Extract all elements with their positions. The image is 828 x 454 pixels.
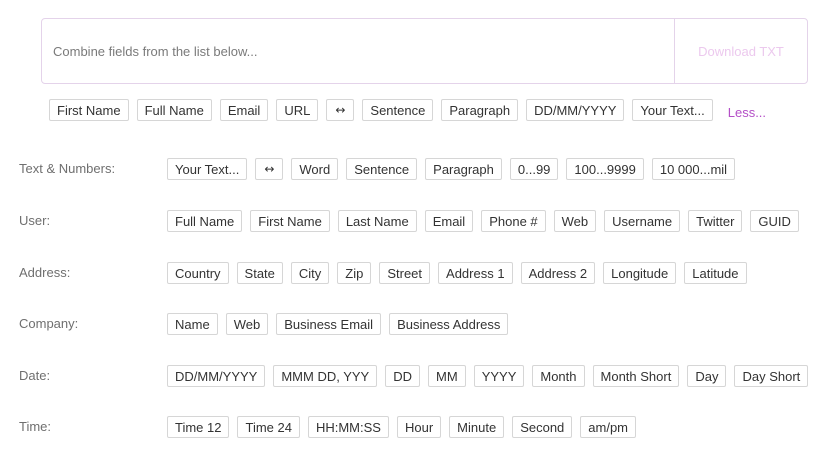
field-chip[interactable]: Latitude xyxy=(684,262,747,284)
field-chip[interactable]: Month xyxy=(532,365,585,387)
quick-chip-separator[interactable]: ↔ xyxy=(326,99,355,121)
field-chip[interactable]: City xyxy=(290,262,330,284)
field-chip[interactable]: Business Email xyxy=(276,313,382,335)
field-chip[interactable]: Time 24 xyxy=(237,416,300,438)
field-chip[interactable]: MM xyxy=(428,365,466,387)
field-chip[interactable]: Country xyxy=(167,262,229,284)
field-chip[interactable]: Address 2 xyxy=(520,262,596,284)
field-chip[interactable]: Time 12 xyxy=(167,416,230,438)
group-time: Time: Time 12 Time 24 HH:MM:SS Hour Minu… xyxy=(0,416,828,438)
group-chips: DD/MM/YYYY MMM DD, YYY DD MM YYYY Month … xyxy=(167,365,816,387)
quick-chip-first-name[interactable]: First Name xyxy=(49,99,129,121)
quick-chip-url[interactable]: URL xyxy=(276,99,319,121)
quick-chip-your-text[interactable]: Your Text... xyxy=(632,99,713,121)
field-chip[interactable]: Day Short xyxy=(734,365,809,387)
field-chip[interactable]: am/pm xyxy=(580,416,637,438)
field-chip[interactable]: Word xyxy=(291,158,339,180)
field-chip[interactable]: Paragraph xyxy=(425,158,502,180)
group-date: Date: DD/MM/YYYY MMM DD, YYY DD MM YYYY … xyxy=(0,365,828,387)
field-chip[interactable]: Zip xyxy=(337,262,372,284)
field-chip[interactable]: Minute xyxy=(449,416,505,438)
quick-chip-sentence[interactable]: Sentence xyxy=(362,99,434,121)
field-chip[interactable]: Your Text... xyxy=(167,158,248,180)
field-chip[interactable]: Sentence xyxy=(346,158,418,180)
download-txt-button[interactable]: Download TXT xyxy=(674,19,807,83)
group-chips: Time 12 Time 24 HH:MM:SS Hour Minute Sec… xyxy=(167,416,644,438)
group-chips: Your Text... ↔ Word Sentence Paragraph 0… xyxy=(167,158,743,180)
field-chip[interactable]: Hour xyxy=(396,416,442,438)
quick-chip-paragraph[interactable]: Paragraph xyxy=(441,99,519,121)
field-chip[interactable]: Second xyxy=(512,416,573,438)
field-chip[interactable]: Business Address xyxy=(389,313,509,335)
group-chips: Country State City Zip Street Address 1 … xyxy=(167,262,755,284)
field-chip[interactable]: Username xyxy=(604,210,681,232)
group-label: User: xyxy=(19,213,51,228)
field-chip[interactable]: Web xyxy=(553,210,597,232)
field-chip[interactable]: State xyxy=(236,262,283,284)
field-chip[interactable]: MMM DD, YYY xyxy=(273,365,378,387)
group-user: User: Full Name First Name Last Name Ema… xyxy=(0,210,828,232)
group-chips: Full Name First Name Last Name Email Pho… xyxy=(167,210,807,232)
group-chips: Name Web Business Email Business Address xyxy=(167,313,516,335)
field-chip[interactable]: Phone # xyxy=(481,210,546,232)
field-chip-separator[interactable]: ↔ xyxy=(255,158,284,180)
combine-box: Download TXT xyxy=(41,18,808,84)
field-chip[interactable]: 10 000...mil xyxy=(651,158,736,180)
field-chip[interactable]: 0...99 xyxy=(509,158,559,180)
group-text-numbers: Text & Numbers: Your Text... ↔ Word Sent… xyxy=(0,158,828,180)
group-label: Time: xyxy=(19,419,52,434)
field-chip[interactable]: Month Short xyxy=(592,365,680,387)
quick-chip-date[interactable]: DD/MM/YYYY xyxy=(526,99,625,121)
group-label: Address: xyxy=(19,265,71,280)
field-chip[interactable]: GUID xyxy=(750,210,799,232)
quick-chip-email[interactable]: Email xyxy=(219,99,269,121)
field-chip[interactable]: Twitter xyxy=(688,210,743,232)
field-chip[interactable]: Email xyxy=(424,210,474,232)
field-chip[interactable]: HH:MM:SS xyxy=(307,416,389,438)
field-chip[interactable]: YYYY xyxy=(473,365,525,387)
field-chip[interactable]: Web xyxy=(225,313,269,335)
field-chip[interactable]: DD xyxy=(385,365,421,387)
field-chip[interactable]: 100...9999 xyxy=(566,158,644,180)
group-label: Date: xyxy=(19,368,51,383)
field-chip[interactable]: First Name xyxy=(250,210,330,232)
combine-input[interactable] xyxy=(42,19,674,83)
field-chip[interactable]: Last Name xyxy=(337,210,417,232)
less-link[interactable]: Less... xyxy=(728,105,766,120)
group-label: Text & Numbers: xyxy=(19,161,116,176)
group-label: Company: xyxy=(19,316,79,331)
field-chip[interactable]: DD/MM/YYYY xyxy=(167,365,266,387)
quick-chip-full-name[interactable]: Full Name xyxy=(136,99,212,121)
field-chip[interactable]: Full Name xyxy=(167,210,243,232)
field-chip[interactable]: Longitude xyxy=(603,262,677,284)
quick-field-row: First Name Full Name Email URL ↔ Sentenc… xyxy=(49,99,766,121)
field-chip[interactable]: Name xyxy=(167,313,218,335)
group-company: Company: Name Web Business Email Busines… xyxy=(0,313,828,335)
field-chip[interactable]: Street xyxy=(379,262,431,284)
group-address: Address: Country State City Zip Street A… xyxy=(0,262,828,284)
field-chip[interactable]: Day xyxy=(687,365,727,387)
field-chip[interactable]: Address 1 xyxy=(438,262,513,284)
